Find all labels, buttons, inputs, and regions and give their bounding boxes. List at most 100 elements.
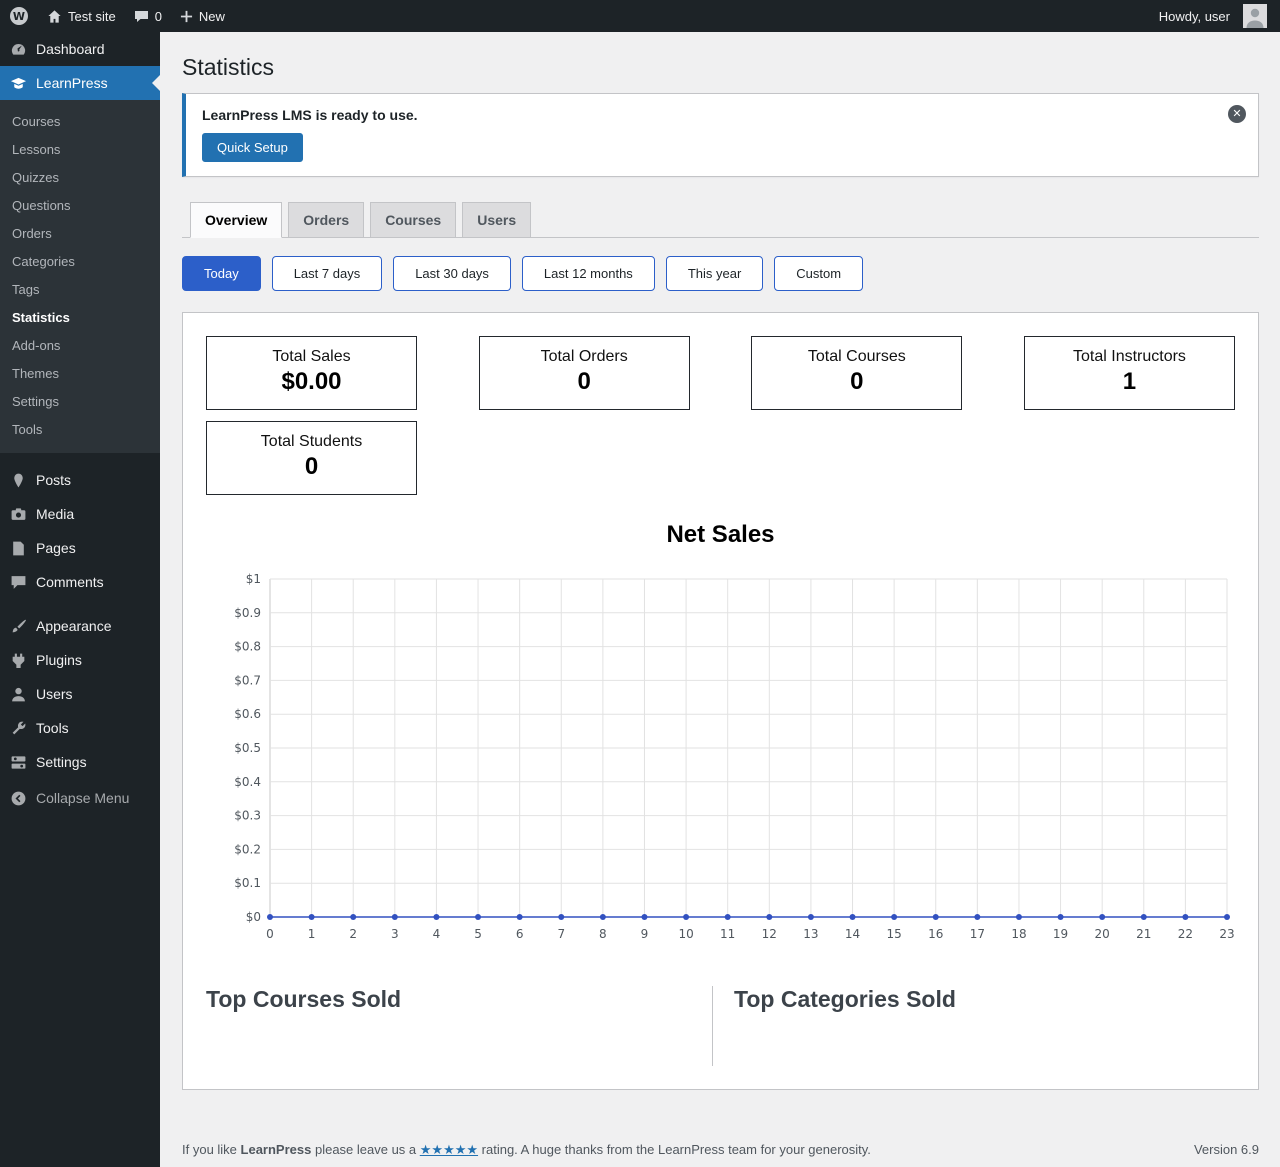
submenu-item-quizzes[interactable]: Quizzes <box>0 163 160 191</box>
page-title: Statistics <box>182 54 275 80</box>
submenu-item-categories[interactable]: Categories <box>0 247 160 275</box>
submenu-item-tags[interactable]: Tags <box>0 275 160 303</box>
stat-label: Total Students <box>260 433 363 450</box>
statistics-panel: Total Sales $0.00 Total Orders 0 Total C… <box>182 312 1259 1090</box>
stat-label: Total Sales <box>272 348 351 365</box>
svg-text:16: 16 <box>928 927 943 941</box>
setup-notice: LearnPress LMS is ready to use. Quick Se… <box>182 93 1259 177</box>
svg-text:$0.5: $0.5 <box>234 741 261 755</box>
footer-brand: LearnPress <box>240 1142 312 1157</box>
comments-count: 0 <box>154 8 162 24</box>
filter-last-7-days[interactable]: Last 7 days <box>271 256 383 291</box>
home-icon <box>47 9 62 24</box>
sidebar-item-settings[interactable]: Settings <box>0 745 160 779</box>
collapse-icon <box>8 788 28 808</box>
sidebar-item-tools[interactable]: Tools <box>0 711 160 745</box>
settings-icon <box>8 752 28 772</box>
pages-icon <box>8 538 28 558</box>
svg-text:$0.4: $0.4 <box>234 775 261 789</box>
sidebar-item-comments[interactable]: Comments <box>0 565 160 599</box>
admin-bar-right: Howdy, user <box>1150 0 1280 32</box>
filter-today[interactable]: Today <box>182 256 261 291</box>
sidebar-item-label: Settings <box>36 754 87 770</box>
appearance-icon <box>8 616 28 636</box>
my-account-menu[interactable]: Howdy, user <box>1150 0 1276 32</box>
menu-separator <box>0 599 160 609</box>
sidebar-item-media[interactable]: Media <box>0 497 160 531</box>
avatar <box>1243 4 1267 28</box>
svg-text:4: 4 <box>433 927 441 941</box>
submenu-item-themes[interactable]: Themes <box>0 359 160 387</box>
tab-orders[interactable]: Orders <box>288 202 365 238</box>
top-courses-title: Top Courses Sold <box>206 986 402 1012</box>
svg-text:18: 18 <box>1011 927 1026 941</box>
svg-text:11: 11 <box>720 927 735 941</box>
submenu-item-tools[interactable]: Tools <box>0 415 160 443</box>
wordpress-logo-icon: W <box>9 6 29 26</box>
svg-text:9: 9 <box>641 927 649 941</box>
sidebar-item-learnpress[interactable]: LearnPress <box>0 66 160 100</box>
sidebar-item-label: Dashboard <box>36 41 105 57</box>
sidebar-item-pages[interactable]: Pages <box>0 531 160 565</box>
svg-text:$0.7: $0.7 <box>234 673 261 687</box>
svg-text:$0.8: $0.8 <box>234 640 261 654</box>
sidebar-item-dashboard[interactable]: Dashboard <box>0 32 160 66</box>
stat-label: Total Instructors <box>1073 348 1186 365</box>
svg-text:$0.2: $0.2 <box>234 842 261 856</box>
submenu-item-questions[interactable]: Questions <box>0 191 160 219</box>
submenu-item-courses[interactable]: Courses <box>0 107 160 135</box>
site-name: Test site <box>68 8 116 24</box>
svg-text:17: 17 <box>970 927 985 941</box>
submenu-item-orders[interactable]: Orders <box>0 219 160 247</box>
comments-bubble-icon <box>134 10 149 23</box>
svg-text:6: 6 <box>516 927 524 941</box>
posts-icon <box>8 470 28 490</box>
svg-text:$0.9: $0.9 <box>234 606 261 620</box>
filter-custom[interactable]: Custom <box>774 256 864 291</box>
filter-last-12-months[interactable]: Last 12 months <box>521 256 655 291</box>
footer-text: rating. A huge thanks from the LearnPres… <box>478 1142 871 1157</box>
chart-title: Net Sales <box>666 521 775 548</box>
dismiss-notice-icon[interactable]: ✕ <box>1228 105 1246 123</box>
dashboard-icon <box>8 39 28 59</box>
site-name-menu[interactable]: Test site <box>38 0 125 32</box>
tab-users[interactable]: Users <box>462 202 532 238</box>
new-content-menu[interactable]: New <box>171 0 234 32</box>
sidebar-item-label: Tools <box>36 720 69 736</box>
stat-value: 0 <box>304 453 319 480</box>
sidebar-item-label: Plugins <box>36 652 82 668</box>
howdy-text: Howdy, user <box>1158 8 1230 24</box>
comments-icon <box>8 572 28 592</box>
svg-text:10: 10 <box>678 927 693 941</box>
main-content: Statistics LearnPress LMS is ready to us… <box>160 32 1280 1167</box>
stat-value: $0.00 <box>281 368 342 395</box>
admin-sidebar: Dashboard LearnPress Courses Lessons Qui… <box>0 32 160 1167</box>
sidebar-item-appearance[interactable]: Appearance <box>0 609 160 643</box>
sidebar-item-label: Posts <box>36 472 72 488</box>
sidebar-item-posts[interactable]: Posts <box>0 463 160 497</box>
tab-overview[interactable]: Overview <box>190 202 283 238</box>
stat-card-total-instructors: Total Instructors 1 <box>1023 336 1235 410</box>
filter-this-year[interactable]: This year <box>665 256 764 291</box>
net-sales-chart-svg: 0 1 2 3 4 5 6 7 8 9 10 11 12 13 14 15 16 17 18 19 20 21 22 23$0… <box>234 572 1234 941</box>
submenu-item-statistics[interactable]: Statistics <box>0 303 160 331</box>
learnpress-submenu: Courses Lessons Quizzes Questions Orders… <box>0 100 160 453</box>
wp-logo-menu[interactable]: W <box>0 0 38 32</box>
rating-stars-link[interactable]: ★★★★★ <box>420 1142 478 1157</box>
filter-last-30-days[interactable]: Last 30 days <box>393 256 511 291</box>
tab-courses[interactable]: Courses <box>370 202 457 238</box>
svg-text:$1: $1 <box>246 572 261 586</box>
plus-icon <box>180 10 193 23</box>
sidebar-item-plugins[interactable]: Plugins <box>0 643 160 677</box>
collapse-menu-button[interactable]: Collapse Menu <box>0 781 160 815</box>
quick-setup-button[interactable]: Quick Setup <box>202 133 303 162</box>
submenu-item-addons[interactable]: Add-ons <box>0 331 160 359</box>
submenu-item-lessons[interactable]: Lessons <box>0 135 160 163</box>
screen: W Test site 0 New Howdy, user Dashboard … <box>0 0 1280 1167</box>
sidebar-item-users[interactable]: Users <box>0 677 160 711</box>
svg-text:0: 0 <box>266 927 274 941</box>
svg-text:20: 20 <box>1095 927 1110 941</box>
sidebar-item-label: Pages <box>36 540 76 556</box>
submenu-item-settings[interactable]: Settings <box>0 387 160 415</box>
comments-menu[interactable]: 0 <box>125 0 171 32</box>
